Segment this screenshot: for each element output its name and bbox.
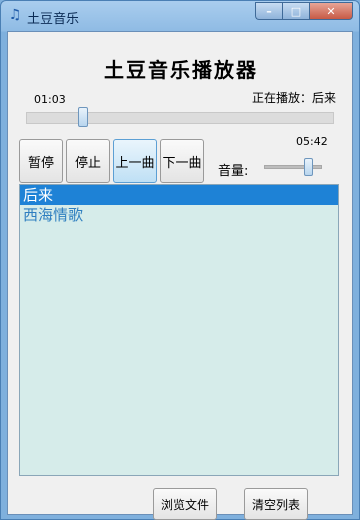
playlist-item[interactable]: 后来 [20,185,338,205]
maximize-icon: □ [290,4,302,18]
seek-slider-thumb[interactable] [78,107,88,127]
current-time: 01:03 [34,93,66,106]
maximize-button[interactable]: □ [282,2,309,20]
window-title: 土豆音乐 [27,12,80,27]
clear-list-label: 清空列表 [251,497,300,512]
minimize-button[interactable]: – [255,2,282,20]
title-bar[interactable]: ♫ 土豆音乐 – □ ✕ [1,1,359,31]
close-icon: ✕ [326,4,336,18]
playlist-item[interactable]: 西海情歌 [20,205,338,225]
volume-slider[interactable] [264,165,322,169]
previous-track-label: 上一曲 [115,155,155,171]
volume-slider-thumb[interactable] [304,158,313,176]
pause-button[interactable]: 暂停 [19,139,63,183]
seek-slider[interactable] [26,112,334,124]
minimize-icon: – [266,4,272,18]
client-area: 土豆音乐播放器 01:03 正在播放：后来 05:42 暂停 停止 上一曲 下一… [7,31,353,520]
window-controls: – □ ✕ [255,2,353,20]
now-playing-label: 正在播放：后来 [252,91,337,105]
volume-label: 音量: [218,164,249,179]
clear-list-button[interactable]: 清空列表 [244,488,308,520]
main-window: ♫ 土豆音乐 – □ ✕ 土豆音乐播放器 01:03 正在播放：后来 05:42… [0,0,360,520]
browse-files-button[interactable]: 浏览文件 [153,488,217,520]
music-note-icon: ♫ [8,7,22,23]
close-button[interactable]: ✕ [309,2,353,20]
player-heading: 土豆音乐播放器 [104,58,258,82]
stop-button-label: 停止 [74,155,101,171]
next-track-label: 下一曲 [162,155,202,171]
total-time: 05:42 [296,135,328,148]
browse-files-label: 浏览文件 [160,497,209,512]
next-track-button[interactable]: 下一曲 [160,139,204,183]
previous-track-button[interactable]: 上一曲 [113,139,157,183]
stop-button[interactable]: 停止 [66,139,110,183]
playlist[interactable]: 后来 西海情歌 [19,184,339,476]
pause-button-label: 暂停 [27,155,54,171]
